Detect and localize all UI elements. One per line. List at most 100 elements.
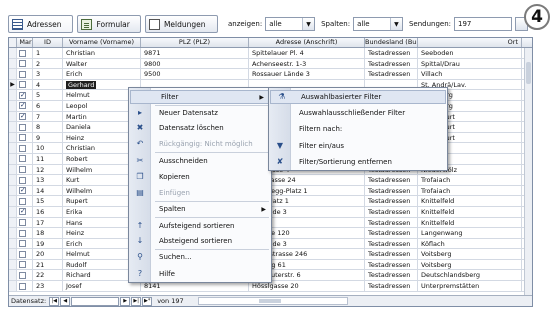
record-selector[interactable] <box>9 185 17 196</box>
ort-cell[interactable]: Knittelfeld <box>418 217 522 228</box>
mark-cell[interactable] <box>17 238 33 249</box>
mark-cell[interactable] <box>17 259 33 270</box>
mark-checkbox[interactable] <box>19 155 26 163</box>
record-selector[interactable] <box>9 249 17 259</box>
address-cell[interactable]: Spittelauer Pl. 4 <box>249 48 365 58</box>
table-row[interactable]: 2 Walter 9800 Achenseestr. 1-3 Testadressen S… <box>9 58 532 70</box>
ort-cell[interactable]: Voitsberg <box>418 259 522 270</box>
column-header[interactable]: Vorname (Vorname) <box>63 38 141 47</box>
record-selector[interactable] <box>9 228 17 238</box>
record-selector[interactable] <box>9 111 17 122</box>
submenu-item[interactable]: ✘ Filter/Sortierung entfernen <box>269 155 447 169</box>
record-selector[interactable] <box>9 164 17 175</box>
mark-cell[interactable] <box>17 153 33 164</box>
submenu-item[interactable]: ▼ Filter ein/aus <box>269 139 447 153</box>
menu-item[interactable]: ✖ Datensatz löschen <box>129 121 271 135</box>
header-selector[interactable] <box>9 38 17 47</box>
horizontal-scrollbar[interactable] <box>197 297 348 305</box>
submenu-item[interactable]: Auswahlausschließender Filter <box>269 106 447 120</box>
plz-cell[interactable]: 9500 <box>141 69 249 79</box>
record-selector[interactable]: ▶ <box>9 79 17 90</box>
mark-checkbox[interactable] <box>19 60 26 68</box>
menu-item[interactable]: ▤ Einfügen <box>129 186 271 200</box>
chevron-down-icon[interactable]: ▼ <box>389 18 402 30</box>
mark-checkbox[interactable] <box>19 240 26 248</box>
prev-record-icon[interactable]: ◀ <box>60 296 71 306</box>
menu-item[interactable]: ✂ Ausschneiden <box>129 154 271 168</box>
next-record-icon[interactable]: ▶ <box>120 296 131 306</box>
mark-cell[interactable] <box>17 48 33 58</box>
bundesland-cell[interactable]: Testadressen <box>365 228 418 238</box>
ort-cell[interactable]: Villach <box>418 69 522 79</box>
mark-checkbox[interactable] <box>19 70 26 78</box>
bundesland-cell[interactable]: Testadressen <box>365 175 418 185</box>
mark-cell[interactable] <box>17 206 33 217</box>
mark-cell[interactable] <box>17 122 33 132</box>
bundesland-cell[interactable]: Testadressen <box>365 249 418 259</box>
scroll-thumb[interactable] <box>526 62 531 84</box>
bundesland-cell[interactable]: Testadressen <box>365 281 418 291</box>
mark-cell[interactable] <box>17 185 33 196</box>
record-selector[interactable] <box>9 238 17 249</box>
tab-formular[interactable]: Formular <box>77 15 141 33</box>
bundesland-cell[interactable]: Testadressen <box>365 270 418 281</box>
last-record-icon[interactable]: ▶| <box>131 296 142 306</box>
anzeigen-select[interactable]: alle ▼ <box>265 17 316 31</box>
column-header[interactable]: Mar <box>17 38 33 47</box>
tab-adressen[interactable]: Adressen <box>8 15 74 33</box>
ort-cell[interactable]: Langenwang <box>418 228 522 238</box>
mark-cell[interactable] <box>17 111 33 122</box>
record-selector[interactable] <box>9 270 17 281</box>
spalten-select[interactable]: alle ▼ <box>353 17 403 31</box>
menu-item[interactable]: ⚲ Suchen... <box>129 250 271 264</box>
menu-item[interactable]: ? Hilfe <box>129 267 271 281</box>
record-selector[interactable] <box>9 69 17 79</box>
record-selector[interactable] <box>9 90 17 100</box>
ort-cell[interactable]: Trofaiach <box>418 175 522 185</box>
column-header[interactable]: PLZ (PLZ) <box>141 38 249 47</box>
record-selector[interactable] <box>9 143 17 153</box>
bundesland-cell[interactable]: Testadressen <box>365 238 418 249</box>
mark-checkbox[interactable] <box>19 229 26 237</box>
ort-cell[interactable]: Spittal/Drau <box>418 58 522 69</box>
mark-cell[interactable] <box>17 249 33 259</box>
address-cell[interactable]: Achenseestr. 1-3 <box>249 58 365 69</box>
mark-checkbox[interactable] <box>19 144 26 152</box>
ort-cell[interactable]: Deutschlandsberg <box>418 270 522 281</box>
mark-checkbox[interactable] <box>19 282 26 290</box>
record-selector[interactable] <box>9 100 17 111</box>
record-selector[interactable] <box>9 153 17 164</box>
bundesland-cell[interactable]: Testadressen <box>365 58 418 69</box>
record-selector[interactable] <box>9 281 17 291</box>
record-selector[interactable] <box>9 48 17 58</box>
record-position-input[interactable] <box>71 296 120 306</box>
column-header[interactable]: ID <box>33 38 63 47</box>
menu-item[interactable]: ▸ Neuer Datensatz <box>129 106 271 120</box>
menu-item[interactable]: ↶ Rückgängig: Nicht möglich <box>129 137 271 151</box>
record-selector[interactable] <box>9 196 17 206</box>
mark-checkbox[interactable] <box>19 197 26 205</box>
menu-item[interactable]: ↑ Aufsteigend sortieren <box>129 219 271 233</box>
menu-item[interactable]: ↓ Absteigend sortieren <box>129 234 271 248</box>
bundesland-cell[interactable]: Testadressen <box>365 48 418 58</box>
ort-cell[interactable]: Unterpremstätten <box>418 281 522 291</box>
mark-checkbox[interactable] <box>19 123 26 131</box>
bundesland-cell[interactable]: Testadressen <box>365 185 418 196</box>
mark-checkbox[interactable] <box>19 207 26 216</box>
bundesland-cell[interactable]: Testadressen <box>365 196 418 206</box>
ort-cell[interactable]: Knittelfeld <box>418 206 522 217</box>
menu-item[interactable]: ❐ Kopieren <box>129 170 271 184</box>
name-cell[interactable]: Walter <box>63 58 141 69</box>
mark-checkbox[interactable] <box>19 101 26 110</box>
record-selector[interactable] <box>9 122 17 132</box>
ort-cell[interactable]: Seeboden <box>418 48 522 58</box>
mark-cell[interactable] <box>17 196 33 206</box>
mark-cell[interactable] <box>17 175 33 185</box>
ort-cell[interactable]: Köflach <box>418 238 522 249</box>
mark-checkbox[interactable] <box>19 90 26 100</box>
new-record-nav-icon[interactable]: ▶* <box>142 296 153 306</box>
column-header[interactable]: Ort <box>418 38 522 47</box>
mark-checkbox[interactable] <box>19 176 26 184</box>
bundesland-cell[interactable]: Testadressen <box>365 69 418 79</box>
mark-cell[interactable] <box>17 90 33 100</box>
